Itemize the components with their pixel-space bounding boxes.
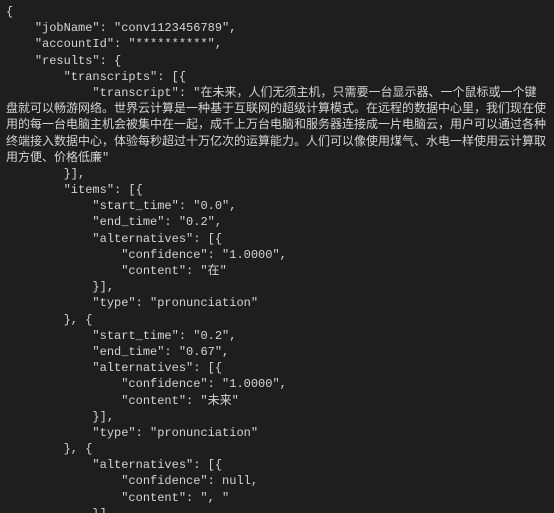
- code-line: }],: [6, 167, 85, 181]
- code-line: "transcripts": [{: [6, 70, 186, 84]
- code-line: {: [6, 5, 13, 19]
- code-line: "start_time": "0.0",: [6, 199, 236, 213]
- code-line: "end_time": "0.2",: [6, 215, 222, 229]
- json-code-block: { "jobName": "conv1123456789", "accountI…: [0, 0, 554, 513]
- code-line: }, {: [6, 442, 92, 456]
- code-line: "confidence": "1.0000",: [6, 248, 287, 262]
- code-line: "jobName": "conv1123456789",: [6, 21, 236, 35]
- code-line: "content": ", ": [6, 491, 229, 505]
- code-line: "alternatives": [{: [6, 361, 222, 375]
- code-line: "content": "未来": [6, 394, 239, 408]
- code-line: "confidence": "1.0000",: [6, 377, 287, 391]
- code-line: }],: [6, 507, 114, 513]
- code-line: "content": "在": [6, 264, 227, 278]
- code-line: }],: [6, 410, 114, 424]
- code-line: "results": {: [6, 54, 121, 68]
- code-line: "confidence": null,: [6, 474, 258, 488]
- code-line: "alternatives": [{: [6, 232, 222, 246]
- code-line: "accountId": "**********",: [6, 37, 222, 51]
- code-line: "items": [{: [6, 183, 143, 197]
- code-line: }, {: [6, 313, 92, 327]
- code-line: "start_time": "0.2",: [6, 329, 236, 343]
- code-line: "type": "pronunciation": [6, 296, 258, 310]
- code-line: }],: [6, 280, 114, 294]
- code-line: "end_time": "0.67",: [6, 345, 229, 359]
- code-line: "alternatives": [{: [6, 458, 222, 472]
- code-line: "transcript": "在未来，人们无须主机，只需要一台显示器、一个鼠标或…: [6, 86, 546, 165]
- code-line: "type": "pronunciation": [6, 426, 258, 440]
